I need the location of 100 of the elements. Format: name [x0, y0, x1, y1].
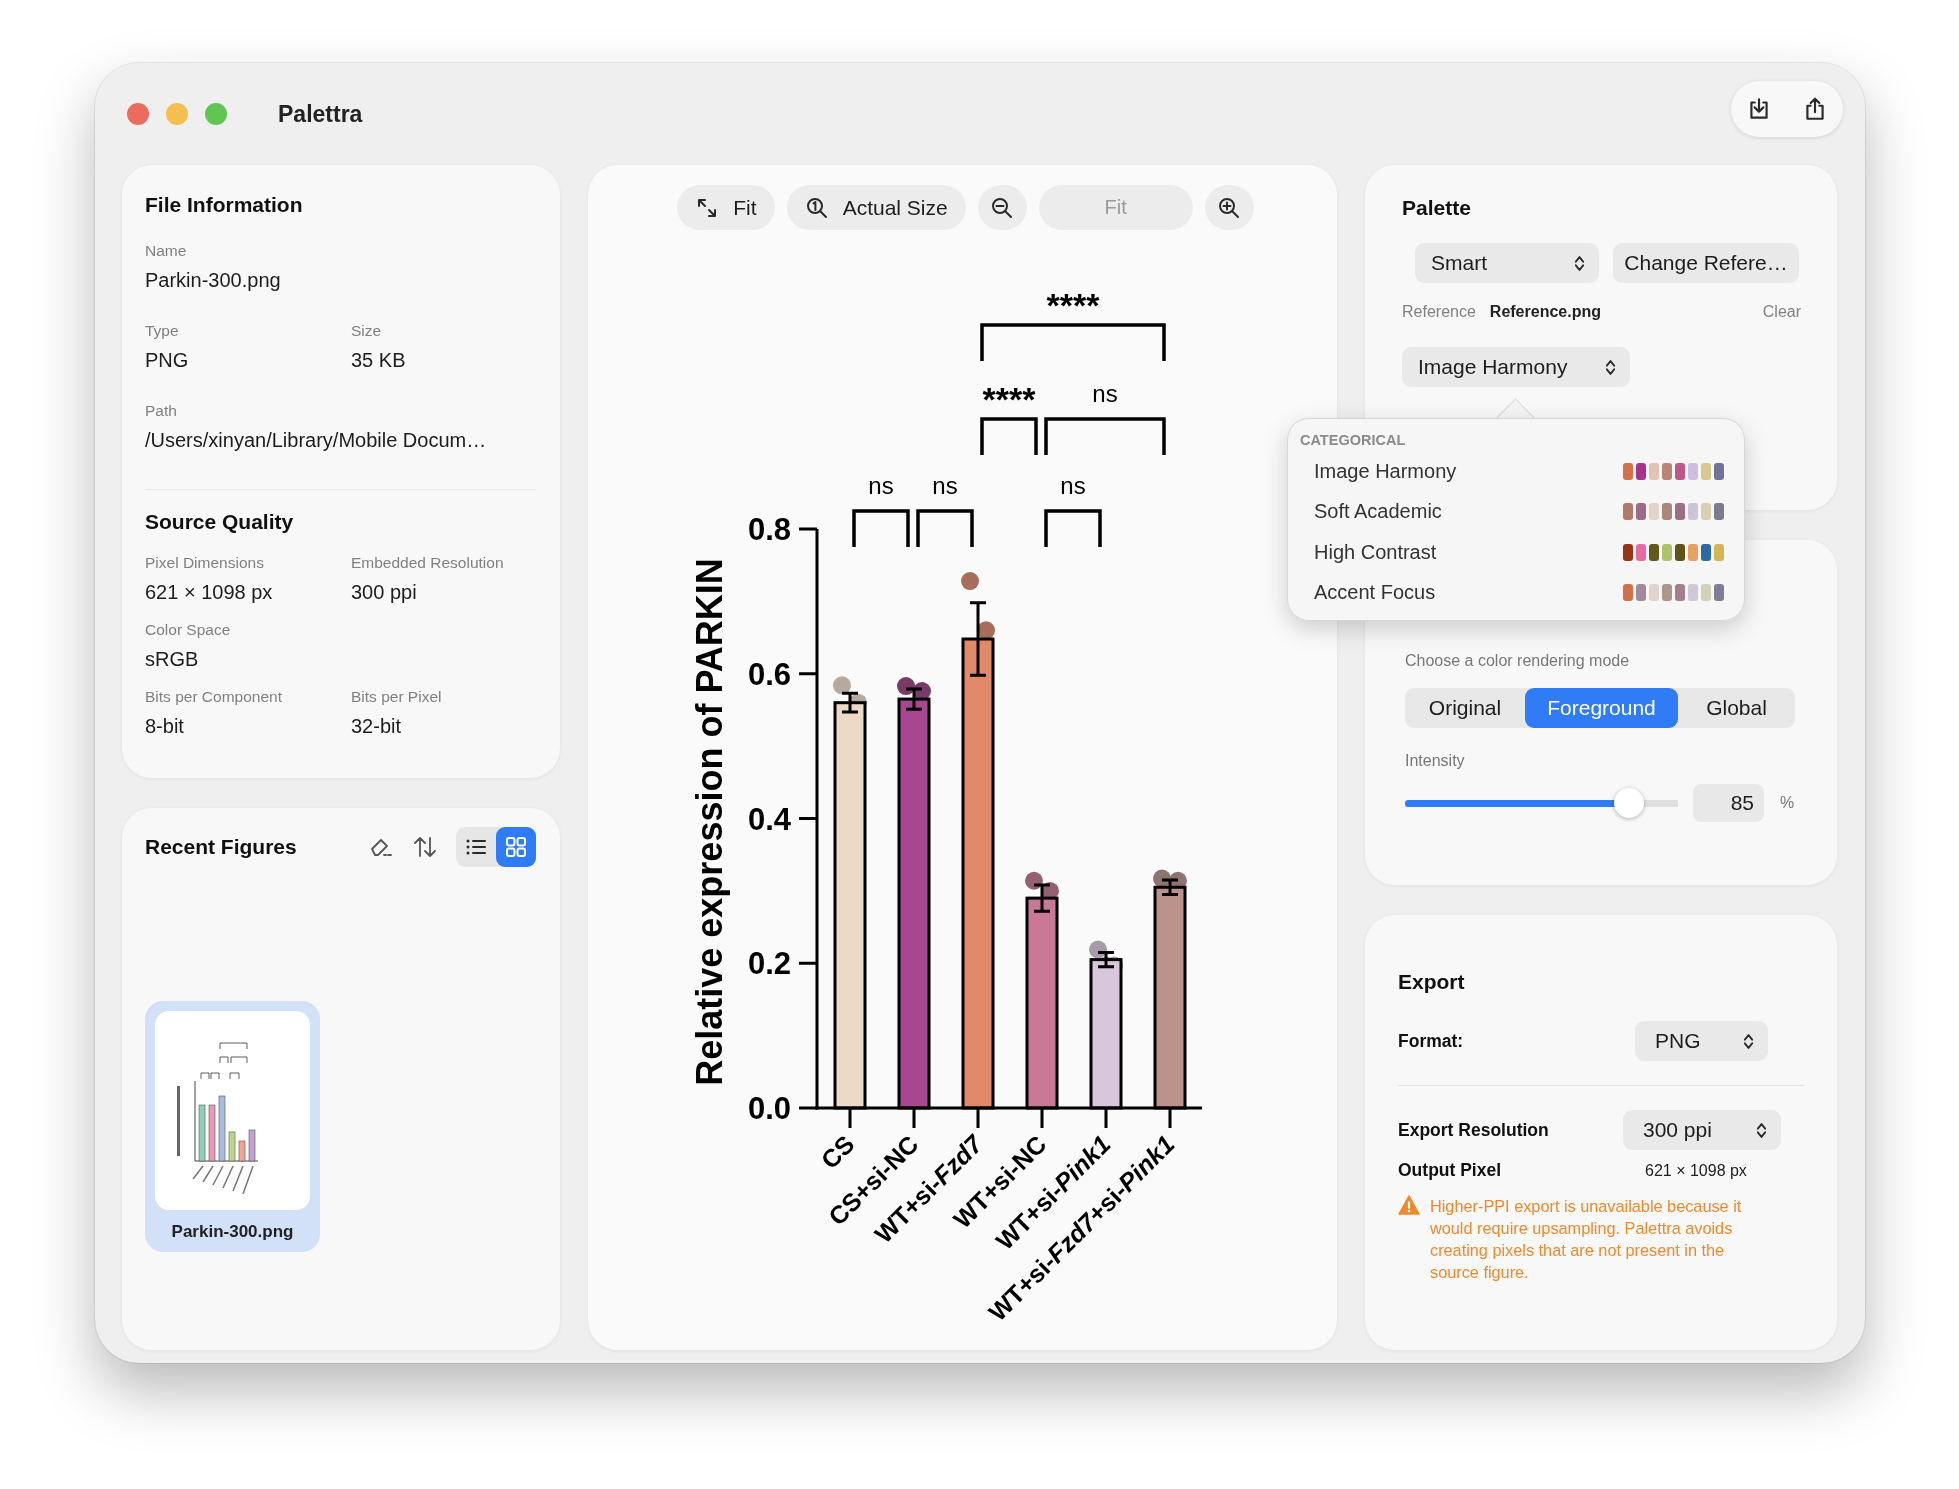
clear-reference-button[interactable]: Clear — [1762, 303, 1801, 321]
significance-bracket — [1044, 509, 1102, 547]
menu-item-label: Image Harmony — [1314, 459, 1458, 483]
significance-bracket — [852, 509, 910, 547]
field-label: Format: — [1398, 1030, 1465, 1052]
error-bar — [1160, 878, 1180, 896]
section-title: File Information — [145, 192, 304, 218]
significance-bracket — [980, 417, 1038, 455]
data-point — [833, 676, 851, 695]
menu-item-label: Accent Focus — [1314, 581, 1437, 605]
scheme-dropdown[interactable]: Image Harmony — [1402, 347, 1630, 387]
section-title: Recent Figures — [145, 835, 298, 859]
tick-label: 0.6 — [747, 656, 791, 692]
tick-label: 0.0 — [747, 1091, 791, 1126]
menu-item[interactable]: Soft Academic — [1300, 491, 1724, 532]
menu-section-header: CATEGORICAL — [1300, 431, 1407, 450]
zoom-field[interactable]: Fit — [1038, 185, 1193, 230]
field-label: Pixel Dimensions — [145, 553, 265, 573]
change-reference-button[interactable]: Change Refere… — [1613, 243, 1799, 283]
field-value: sRGB — [145, 647, 200, 672]
zoom-in-icon — [1217, 195, 1242, 220]
chevron-up-down-icon — [1743, 1031, 1754, 1051]
significance-label: **** — [1046, 285, 1100, 324]
field-label: Path — [145, 401, 178, 421]
error-bar — [904, 687, 924, 711]
significance-label: **** — [982, 380, 1036, 418]
tick-label: 0.4 — [747, 801, 791, 837]
significance-bracket — [916, 509, 974, 547]
grid-icon — [504, 835, 528, 859]
data-point — [1089, 940, 1107, 959]
axis-title: Relative expression of PARKIN — [689, 558, 730, 1086]
field-value: Parkin-300.png — [145, 268, 282, 293]
field-value: 32-bit — [351, 714, 403, 739]
field-value: 300 ppi — [351, 580, 418, 605]
error-bar — [1096, 950, 1116, 969]
figure-thumbnail[interactable]: Parkin-300.png — [145, 1001, 320, 1252]
resolution-dropdown[interactable]: 300 ppi — [1623, 1110, 1781, 1150]
warning-icon — [1398, 1195, 1420, 1215]
field-label: Color Space — [145, 620, 232, 640]
mode-prompt: Choose a color rendering mode — [1405, 652, 1631, 671]
field-value: 621 × 1098 px — [1645, 1161, 1747, 1180]
menu-item[interactable]: High Contrast — [1300, 532, 1724, 573]
grid-view-button[interactable] — [496, 827, 536, 867]
field-value: PNG — [145, 348, 190, 373]
significance-label: ns — [932, 471, 958, 499]
zoom-in-button[interactable] — [1204, 185, 1254, 230]
error-bar — [1032, 883, 1052, 913]
unit-label: % — [1780, 794, 1795, 812]
actual-size-button[interactable]: Actual Size — [786, 185, 966, 230]
field-value: 8-bit — [145, 714, 185, 739]
format-dropdown[interactable]: PNG — [1635, 1021, 1768, 1061]
data-point — [897, 677, 915, 696]
chevron-up-down-icon — [1574, 253, 1585, 273]
tick-label: 0.2 — [747, 946, 791, 982]
segment-button[interactable]: Global — [1678, 688, 1795, 728]
close-button[interactable] — [127, 103, 149, 125]
field-label: Bits per Component — [145, 687, 283, 707]
thumbnail-caption: Parkin-300.png — [171, 1222, 294, 1242]
sort-button[interactable] — [412, 835, 438, 859]
reference-label: Reference — [1402, 303, 1476, 321]
magnifier-icon — [804, 195, 829, 220]
significance-label: ns — [1060, 471, 1086, 499]
significance-label: ns — [1092, 380, 1118, 407]
section-title: Source Quality — [145, 509, 295, 535]
zoom-out-button[interactable] — [977, 185, 1027, 230]
data-point — [977, 621, 995, 640]
section-title: Export — [1398, 969, 1466, 995]
tick-label: 0.8 — [747, 512, 791, 547]
chevron-up-down-icon — [1756, 1120, 1767, 1140]
section-title: Palette — [1402, 195, 1472, 221]
menu-item[interactable]: Accent Focus — [1300, 572, 1724, 613]
mode-dropdown[interactable]: Smart — [1415, 243, 1599, 283]
menu-item[interactable]: Image Harmony — [1300, 451, 1724, 492]
field-label: Embedded Resolution — [351, 553, 505, 573]
fit-button[interactable]: Fit — [677, 185, 775, 230]
data-point — [961, 572, 979, 591]
window-title: Palettra — [278, 100, 363, 128]
sort-arrows-icon — [412, 835, 438, 859]
intensity-field[interactable]: 85 — [1693, 784, 1764, 822]
field-label: Name — [145, 241, 188, 261]
significance-label: ns — [868, 471, 894, 499]
field-label: Bits per Pixel — [351, 687, 443, 707]
error-bar — [840, 691, 860, 714]
zoom-out-icon — [990, 195, 1015, 220]
field-value: 621 × 1098 px — [145, 580, 274, 605]
field-label: Type — [145, 321, 180, 341]
segment-button[interactable]: Foreground — [1525, 688, 1678, 728]
menu-item-label: Soft Academic — [1314, 500, 1443, 524]
menu-item-label: High Contrast — [1314, 540, 1438, 564]
data-point — [1153, 869, 1171, 888]
field-value: /Users/xinyan/Library/Mobile Docum… — [145, 428, 488, 453]
slider-thumb[interactable] — [1613, 788, 1644, 818]
field-value: 35 KB — [351, 348, 407, 373]
segment-button[interactable]: Original — [1405, 688, 1525, 728]
chevron-up-down-icon — [1605, 357, 1616, 377]
field-label: Output Pixel — [1398, 1160, 1503, 1181]
field-label: Export Resolution — [1398, 1119, 1550, 1141]
warning-message: Higher-PPI export is unavailable because it would require upsampling. Palettra avoids creating pixels that are not present in the source figure. — [1430, 1196, 1743, 1283]
slider-label: Intensity — [1405, 752, 1466, 771]
field-label: Size — [351, 321, 383, 341]
